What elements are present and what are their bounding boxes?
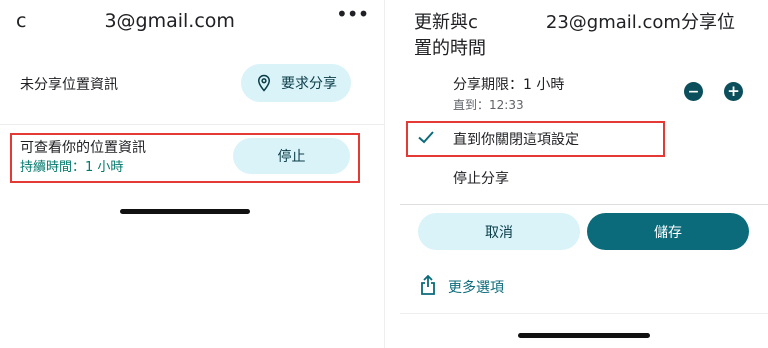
home-indicator [518,333,650,338]
more-options-icon[interactable]: ••• [336,4,369,26]
stop-button[interactable]: 停止 [233,138,350,174]
home-indicator [120,209,250,214]
panel-divider [384,0,385,348]
dialog-title: 更新與c 23@gmail.com分享位 置的時間 [414,12,735,59]
stop-sharing-option[interactable]: 停止分享 [453,168,509,188]
more-options-link[interactable]: 更多選項 [448,277,504,297]
cancel-button[interactable]: 取消 [418,213,580,250]
until-turned-off-option[interactable]: 直到你關閉這項設定 [453,129,579,149]
share-period-until: 直到：12:33 [453,98,524,112]
unshared-location-label: 未分享位置資訊 [20,77,118,93]
section-divider [400,313,768,314]
decrease-duration-button[interactable]: − [684,82,703,101]
increase-duration-button[interactable]: + [724,82,743,101]
request-share-label: 要求分享 [281,76,337,92]
viewer-duration: 持續時間：1 小時 [20,160,124,175]
share-period-title[interactable]: 分享期限：1 小時 [453,74,564,94]
share-icon [421,275,435,295]
viewer-title: 可查看你的位置資訊 [20,140,146,156]
check-icon [418,131,434,144]
section-divider [0,124,384,125]
location-pin-icon [257,74,271,92]
save-button[interactable]: 儲存 [587,213,749,250]
section-divider [400,204,768,205]
account-title: c 3@gmail.com [16,10,235,32]
request-share-button[interactable]: 要求分享 [241,64,351,102]
